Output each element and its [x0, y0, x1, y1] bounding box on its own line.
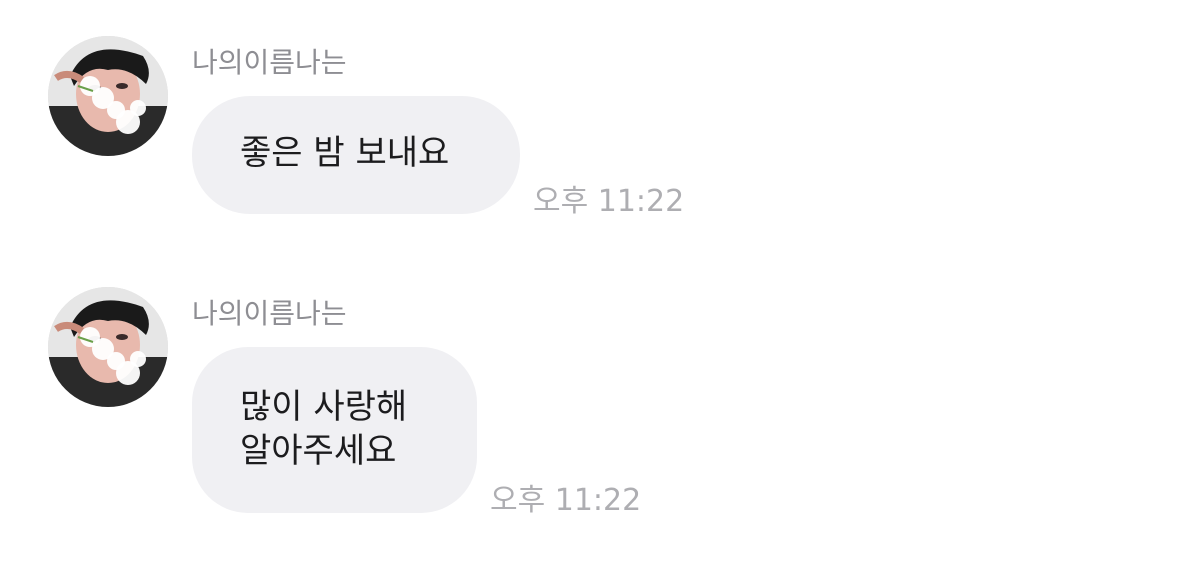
message-timestamp: 오후 11:22: [490, 483, 642, 518]
sender-name: 나의이름나는: [192, 297, 347, 330]
message-text: 좋은 밤 보내요: [240, 133, 450, 173]
message-bubble[interactable]: 많이 사랑해 알아주세요: [192, 347, 477, 513]
sender-name: 나의이름나는: [192, 46, 347, 79]
sender-avatar[interactable]: [48, 36, 168, 156]
sender-avatar[interactable]: [48, 287, 168, 407]
message-timestamp: 오후 11:22: [533, 184, 685, 219]
avatar-photo: [48, 287, 168, 407]
message-bubble[interactable]: 좋은 밤 보내요: [192, 96, 520, 214]
avatar-photo: [48, 36, 168, 156]
message-text-line-1: 많이 사랑해: [240, 387, 408, 427]
message-text-line-2: 알아주세요: [240, 431, 397, 471]
